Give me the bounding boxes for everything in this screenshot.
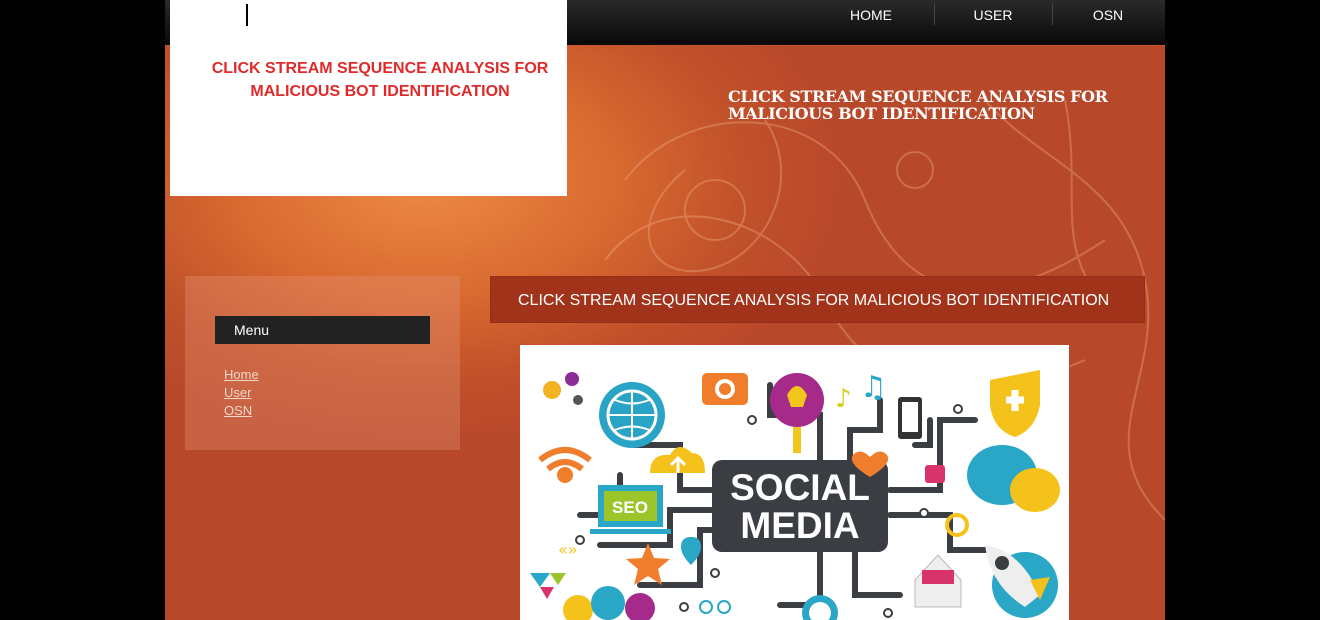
content-title: CLICK STREAM SEQUENCE ANALYSIS FOR MALIC… <box>518 292 1110 309</box>
sidebar-link-home[interactable]: Home <box>224 367 259 382</box>
menu-title: Menu <box>215 316 430 344</box>
nav-separator <box>1052 3 1053 25</box>
logo-box: CLICK STREAM SEQUENCE ANALYSIS FOR MALIC… <box>170 0 567 196</box>
sidebar-link-osn[interactable]: OSN <box>224 403 252 418</box>
content-title-banner: CLICK STREAM SEQUENCE ANALYSIS FOR MALIC… <box>490 276 1145 323</box>
social-text: SOCIAL <box>730 467 870 508</box>
header-title: CLICK STREAM SEQUENCE ANALYSIS FOR MALIC… <box>728 87 1108 123</box>
svg-text:«»: «» <box>558 540 578 559</box>
seo-badge: SEO <box>612 498 648 517</box>
nav-user[interactable]: USER <box>957 0 1029 30</box>
page-container: HOME USER OSN CLICK STREAM SEQUENCE ANAL… <box>165 0 1165 620</box>
nav-home[interactable]: HOME <box>835 0 907 30</box>
nav-osn[interactable]: OSN <box>1072 0 1144 30</box>
social-media-image: SOCIAL MEDIA ♪ ♫ SEO «» <box>520 345 1069 620</box>
sidebar-link-user[interactable]: User <box>224 385 251 400</box>
svg-text:♪: ♪ <box>835 384 852 414</box>
media-text: MEDIA <box>740 505 859 546</box>
nav-separator <box>934 3 935 25</box>
text-cursor <box>246 4 248 26</box>
svg-text:♫: ♫ <box>860 370 887 405</box>
sidebar-menu: Menu Home User OSN <box>185 276 460 450</box>
logo-text: CLICK STREAM SEQUENCE ANALYSIS FOR MALIC… <box>211 60 549 100</box>
